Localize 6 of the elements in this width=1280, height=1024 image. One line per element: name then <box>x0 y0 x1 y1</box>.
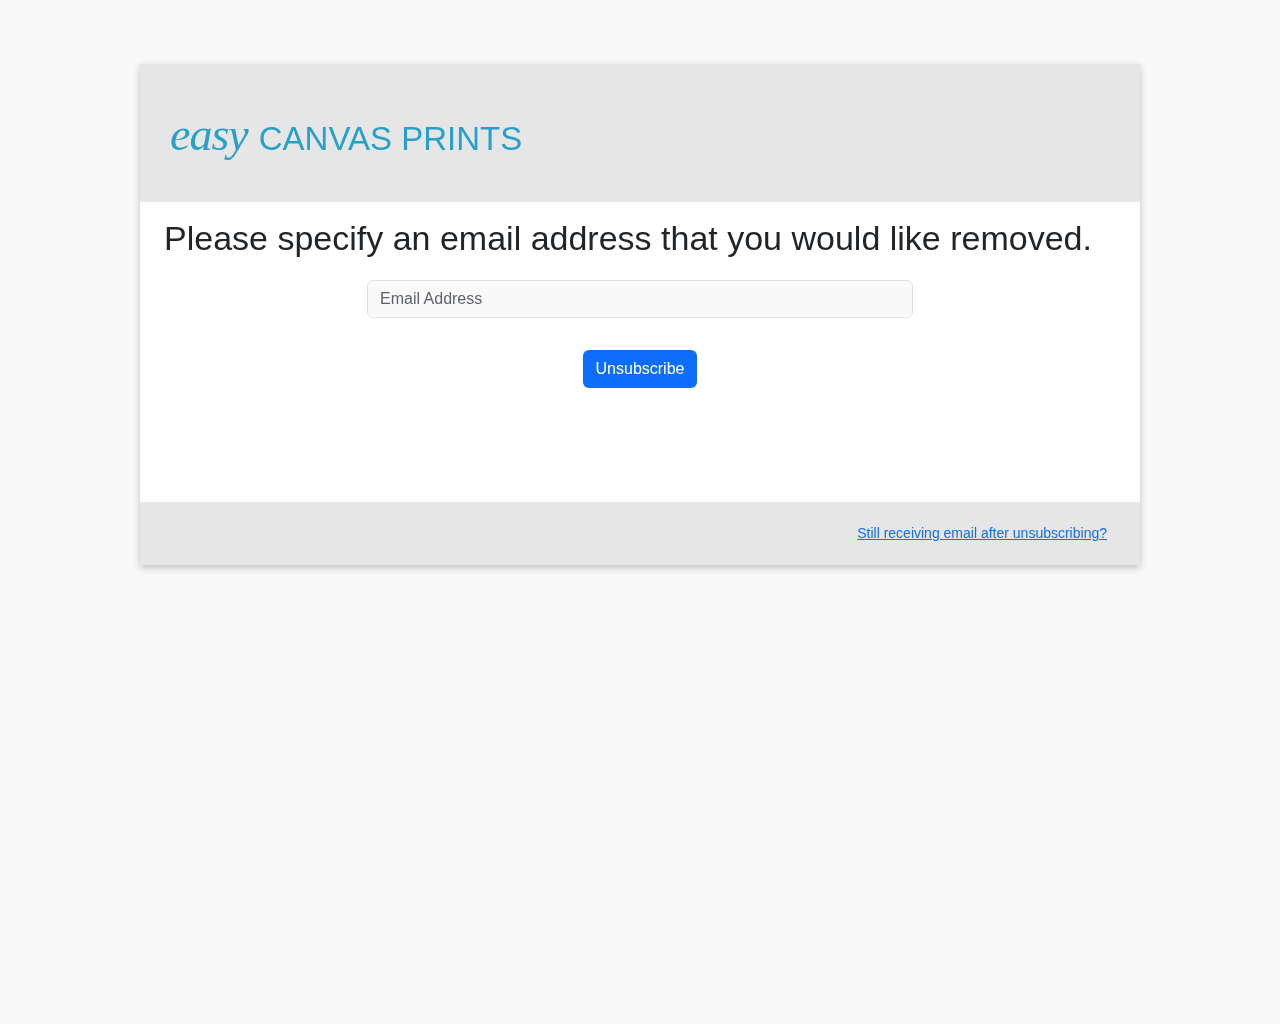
email-input-field[interactable]: Email Address <box>367 280 913 318</box>
unsubscribe-button[interactable]: Unsubscribe <box>582 350 698 388</box>
page-heading: Please specify an email address that you would like removed. <box>164 218 1092 258</box>
logo-script-text: easy <box>170 112 248 158</box>
help-link[interactable]: Still receiving email after unsubscribing? <box>857 523 1107 544</box>
logo-wordmark: CANVAS PRINTS <box>258 122 523 155</box>
